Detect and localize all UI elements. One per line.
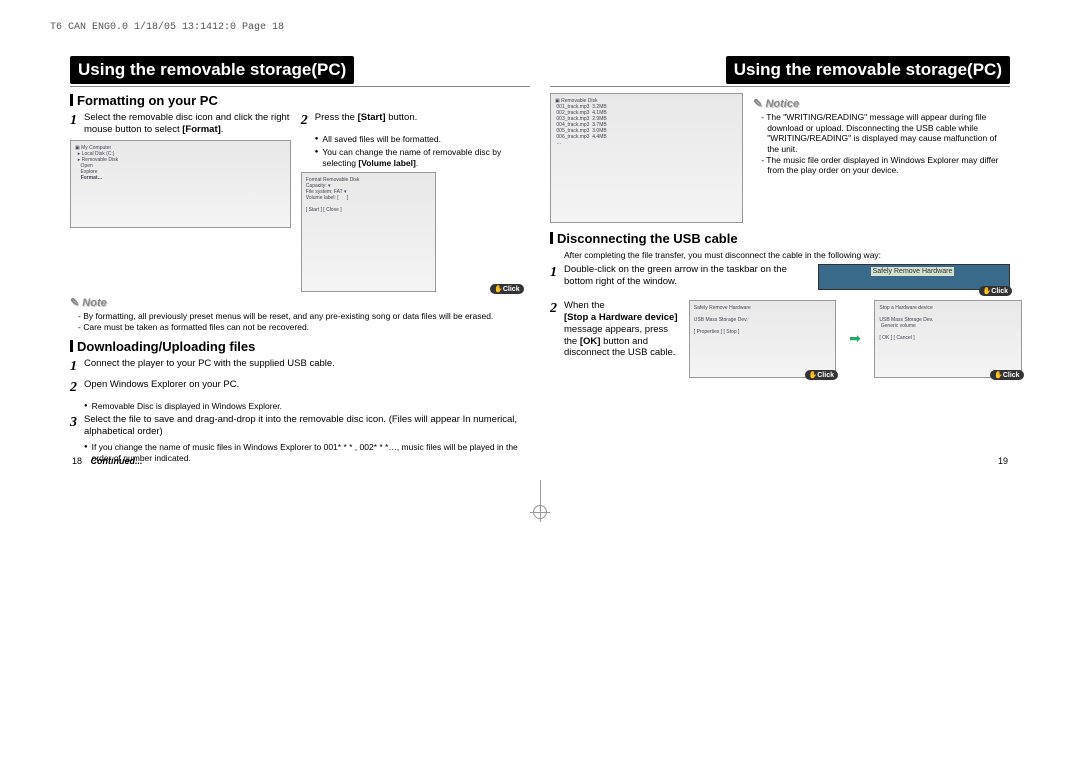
- page-number-right: 19: [998, 456, 1008, 466]
- page-header-wrap-right: Using the removable storage(PC): [550, 56, 1010, 87]
- section-formatting: Formatting on your PC: [70, 93, 530, 108]
- note-line-1: By formatting, all previously preset men…: [84, 311, 530, 322]
- page-spread: Using the removable storage(PC) Formatti…: [70, 56, 1010, 466]
- page-title-left: Using the removable storage(PC): [70, 56, 354, 84]
- format-bullet-1: All saved files will be formatted.: [315, 134, 522, 145]
- section-downup-label: Downloading/Uploading files: [77, 339, 255, 354]
- click-badge-3: ✋Click: [805, 370, 838, 380]
- page-left: Using the removable storage(PC) Formatti…: [70, 56, 530, 466]
- du-bullet-2: Removable Disc is displayed in Windows E…: [84, 401, 530, 412]
- notice-line-2: The music file order displayed in Window…: [767, 155, 1010, 176]
- screenshot-stop-hardware-1: Safely Remove HardwareUSB Mass Storage D…: [689, 300, 836, 378]
- notice-title: Notice: [753, 97, 1010, 110]
- page-right: Using the removable storage(PC) ▣ Remova…: [550, 56, 1010, 466]
- screenshot-stop-hardware-2: Stop a Hardware deviceUSB Mass Storage D…: [874, 300, 1021, 378]
- screenshot-format-dialog: Format Removable DiskCapacity: ▾File sys…: [301, 172, 436, 292]
- print-header: T6 CAN ENG0.0 1/18/05 13:1412:0 Page 18: [50, 22, 284, 33]
- formatting-columns: 1 Select the removable disc icon and cli…: [70, 112, 530, 292]
- screenshot-explorer-context: ▣ My Computer ▸ Local Disk (C:) ▸ Remova…: [70, 140, 291, 228]
- section-disconnect: Disconnecting the USB cable: [550, 231, 1010, 246]
- disc-step-2b: [Stop a Hardware device]: [564, 312, 678, 323]
- page-title-right: Using the removable storage(PC): [726, 56, 1010, 84]
- right-top-row: ▣ Removable Disk 001_track.mp3 3.2MB 002…: [550, 93, 1010, 223]
- disc-step-2a: When the: [564, 300, 605, 311]
- note-line-2: Care must be taken as formatted files ca…: [84, 322, 530, 333]
- page-header-wrap-left: Using the removable storage(PC): [70, 56, 530, 87]
- format-step-1-bold: Format: [185, 124, 217, 135]
- format-step-1: 1 Select the removable disc icon and cli…: [70, 112, 291, 136]
- disc-step-2: 2 When the [Stop a Hardware device] mess…: [550, 300, 679, 359]
- du-bullet-3: If you change the name of music files in…: [84, 442, 530, 463]
- section-disconnect-label: Disconnecting the USB cable: [557, 231, 738, 246]
- click-badge-4: ✋Click: [990, 370, 1023, 380]
- disc-step-1: 1Double-click on the green arrow in the …: [550, 264, 808, 288]
- format-step-2: 2 Press the [Start] button.: [301, 112, 522, 130]
- disc-step-2d: [OK]: [580, 336, 601, 347]
- click-badge-2: ✋Click: [979, 286, 1012, 296]
- format-bullet-2: You can change the name of removable dis…: [315, 147, 522, 168]
- arrow-right-icon: [849, 333, 861, 345]
- section-downup: Downloading/Uploading files: [70, 339, 530, 354]
- registration-mark-icon: [533, 505, 547, 519]
- section-formatting-label: Formatting on your PC: [77, 93, 218, 108]
- disconnect-intro: After completing the file transfer, you …: [564, 250, 1010, 260]
- du-step-2: 2Open Windows Explorer on your PC.: [70, 379, 530, 397]
- du-step-1: 1Connect the player to your PC with the …: [70, 358, 530, 376]
- format-step-2-b: button.: [388, 112, 417, 123]
- note-title: Note: [70, 296, 530, 309]
- du-step-3: 3Select the file to save and drag-and-dr…: [70, 414, 530, 438]
- page-number-left: 18 Continued...: [72, 456, 143, 466]
- screenshot-explorer-files: ▣ Removable Disk 001_track.mp3 3.2MB 002…: [550, 93, 743, 223]
- notice-line-1: The "WRITING/READING" message will appea…: [767, 112, 1010, 155]
- tray-tooltip: Safely Remove Hardware: [871, 267, 955, 276]
- format-step-2-bold: [Start]: [358, 112, 386, 123]
- click-badge-1: ✋Click: [490, 284, 523, 294]
- continued-label: Continued...: [91, 456, 143, 466]
- format-step-2-a: Press the: [315, 112, 355, 123]
